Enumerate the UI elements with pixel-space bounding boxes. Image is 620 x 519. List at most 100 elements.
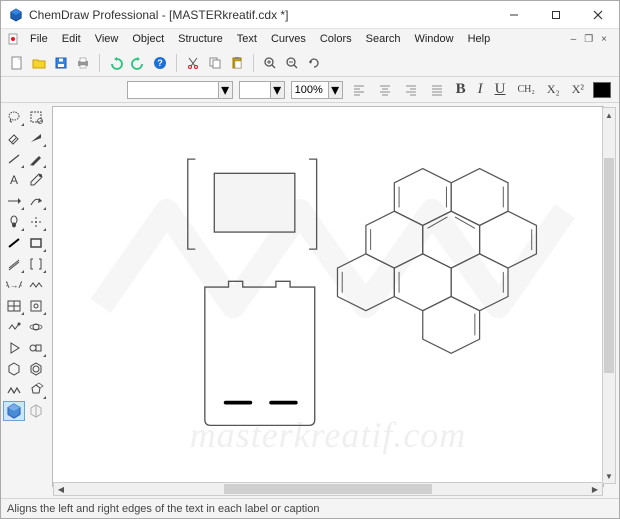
close-button[interactable] [577, 1, 619, 28]
band-tool[interactable] [3, 254, 25, 274]
marquee-tool[interactable] [26, 107, 48, 127]
vertical-scrollbar[interactable]: ▲ ▼ [602, 107, 616, 484]
chevron-down-icon[interactable]: ▾ [218, 82, 232, 98]
curve-arrow-tool[interactable] [26, 191, 48, 211]
eraser-tool[interactable] [3, 128, 25, 148]
3d-tool[interactable] [3, 401, 25, 421]
acyclic-chain-tool[interactable] [26, 275, 48, 295]
rectangle-tool[interactable] [26, 233, 48, 253]
help-button[interactable]: ? [150, 53, 170, 73]
bond-tool[interactable] [3, 149, 25, 169]
table-tool[interactable] [3, 296, 25, 316]
menu-text[interactable]: Text [230, 31, 264, 47]
bold-button[interactable]: B [453, 81, 469, 98]
new-button[interactable] [7, 53, 27, 73]
menu-view[interactable]: View [88, 31, 126, 47]
structure-tool[interactable] [26, 401, 48, 421]
scroll-down-icon[interactable]: ▼ [603, 469, 615, 483]
eyedropper-tool[interactable] [26, 170, 48, 190]
cleanup-tool[interactable]: A→A [3, 275, 25, 295]
tool-panel: A A→A [1, 103, 49, 498]
menu-window[interactable]: Window [407, 31, 460, 47]
menu-edit[interactable]: Edit [55, 31, 88, 47]
work-area: A A→A [1, 103, 619, 498]
menu-file[interactable]: File [23, 31, 55, 47]
paste-button[interactable] [227, 53, 247, 73]
cut-button[interactable] [183, 53, 203, 73]
menu-bar: File Edit View Object Structure Text Cur… [1, 29, 619, 49]
open-button[interactable] [29, 53, 49, 73]
status-bar: Aligns the left and right edges of the t… [1, 498, 619, 518]
atom-tool[interactable] [26, 317, 48, 337]
size-combo[interactable]: ▾ [239, 81, 285, 99]
chain-tool[interactable] [3, 380, 25, 400]
print-button[interactable] [73, 53, 93, 73]
drawing-canvas[interactable]: masterkreatif.com [53, 107, 603, 486]
wedge-tool[interactable] [26, 128, 48, 148]
zoom-combo[interactable]: ▾ [291, 81, 343, 99]
zoom-in-button[interactable] [260, 53, 280, 73]
title-bar: ChemDraw Professional - [MASTERkreatif.c… [1, 1, 619, 29]
menu-colors[interactable]: Colors [313, 31, 359, 47]
bracket-tool[interactable] [26, 254, 48, 274]
menu-object[interactable]: Object [125, 31, 171, 47]
undo-button[interactable] [106, 53, 126, 73]
shapes-tool[interactable] [26, 338, 48, 358]
menu-curves[interactable]: Curves [264, 31, 313, 47]
menu-help[interactable]: Help [461, 31, 498, 47]
scroll-left-icon[interactable]: ◀ [54, 483, 68, 495]
document-icon [7, 33, 19, 45]
text-tool[interactable]: A [3, 170, 25, 190]
align-left-button[interactable] [349, 81, 369, 99]
scroll-up-icon[interactable]: ▲ [603, 108, 615, 122]
redo-button[interactable] [128, 53, 148, 73]
solid-bond-tool[interactable] [3, 233, 25, 253]
underline-button[interactable]: U [492, 81, 509, 98]
play-tool[interactable] [3, 338, 25, 358]
svg-text:A→A: A→A [6, 280, 22, 290]
zoom-input[interactable] [292, 84, 328, 96]
orbital-tool[interactable] [3, 212, 25, 232]
formula-button[interactable]: CH₂ [514, 84, 537, 95]
align-right-button[interactable] [401, 81, 421, 99]
color-swatch[interactable] [593, 82, 611, 98]
refresh-button[interactable] [304, 53, 324, 73]
format-toolbar: ▾ ▾ ▾ B I U CH₂ X₂ X² [1, 77, 619, 103]
mdi-minimize-icon[interactable]: – [571, 34, 577, 45]
horizontal-scroll-thumb[interactable] [224, 484, 432, 494]
subscript-button[interactable]: X₂ [544, 82, 563, 97]
benzene-tool[interactable] [26, 359, 48, 379]
chemical-symbol-tool[interactable] [26, 212, 48, 232]
svg-text:A: A [10, 173, 18, 187]
chevron-down-icon[interactable]: ▾ [270, 82, 284, 98]
reaction-tool[interactable] [3, 317, 25, 337]
zoom-out-button[interactable] [282, 53, 302, 73]
font-input[interactable] [128, 84, 218, 96]
mdi-close-icon[interactable]: × [601, 34, 607, 45]
size-input[interactable] [240, 84, 270, 96]
horizontal-scrollbar[interactable]: ◀ ▶ [53, 482, 603, 496]
chevron-down-icon[interactable]: ▾ [328, 82, 342, 98]
copy-button[interactable] [205, 53, 225, 73]
scroll-right-icon[interactable]: ▶ [588, 483, 602, 495]
lasso-tool[interactable] [3, 107, 25, 127]
font-combo[interactable]: ▾ [127, 81, 233, 99]
align-center-button[interactable] [375, 81, 395, 99]
vertical-scroll-thumb[interactable] [604, 158, 614, 373]
menu-structure[interactable]: Structure [171, 31, 230, 47]
italic-button[interactable]: I [475, 81, 486, 98]
mdi-restore-icon[interactable]: ❐ [584, 34, 593, 45]
arrow-tool[interactable] [3, 191, 25, 211]
save-button[interactable] [51, 53, 71, 73]
pen-tool[interactable] [26, 149, 48, 169]
align-justify-button[interactable] [427, 81, 447, 99]
menu-search[interactable]: Search [359, 31, 408, 47]
maximize-button[interactable] [535, 1, 577, 28]
superscript-button[interactable]: X² [569, 82, 587, 97]
minimize-button[interactable] [493, 1, 535, 28]
hexagon-tool[interactable] [3, 359, 25, 379]
window-title: ChemDraw Professional - [MASTERkreatif.c… [29, 8, 493, 22]
template-tool[interactable] [26, 296, 48, 316]
ring-tool[interactable] [26, 380, 48, 400]
app-icon [9, 8, 23, 22]
